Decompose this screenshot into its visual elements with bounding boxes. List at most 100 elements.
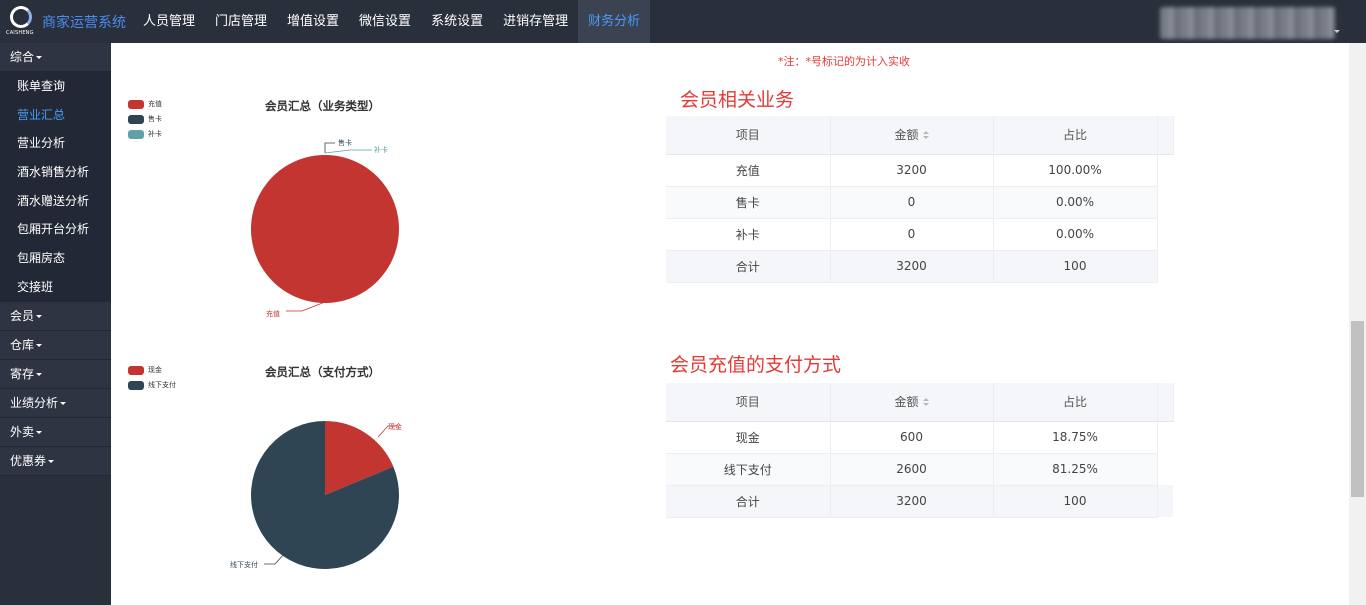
header-label: 项目 (735, 128, 760, 143)
legend-swatch (128, 366, 144, 375)
cell-gutter (1157, 218, 1173, 250)
cell-gutter (1157, 154, 1173, 186)
label-line-offline-pay (264, 553, 285, 565)
user-menu-caret-icon (1334, 30, 1340, 33)
cell-ratio: 100 (993, 485, 1158, 518)
column-header-ratio[interactable]: 占比 (993, 116, 1158, 155)
sidebar-group-coupon[interactable]: 优惠券 (0, 446, 111, 476)
top-navbar: CAISHENG 商家运营系统 人员管理 门店管理 增值设置 微信设置 系统设置… (0, 0, 1366, 43)
sidebar-group-storage[interactable]: 寄存 (0, 359, 111, 389)
sidebar-group-label: 优惠券 (10, 453, 47, 468)
legend-label: 充值 (148, 100, 162, 108)
legend-swatch (128, 115, 144, 124)
sidebar: 综合 账单查询 营业汇总 营业分析 酒水销售分析 酒水赠送分析 包厢开台分析 包… (0, 43, 111, 605)
sidebar-item-business-summary[interactable]: 营业汇总 (0, 100, 111, 130)
cell-amount: 600 (830, 421, 994, 454)
caret-down-icon (36, 56, 43, 59)
sidebar-group-overview[interactable]: 综合 (0, 43, 111, 72)
nav-item-inventory[interactable]: 进销存管理 (493, 0, 578, 43)
sort-icon[interactable] (922, 398, 929, 407)
sidebar-group-label: 会员 (10, 308, 35, 323)
caret-down-icon (36, 343, 43, 347)
label-line-recharge (286, 301, 326, 312)
cell-item: 补卡 (666, 218, 831, 251)
legend-item[interactable]: 现金 (128, 365, 176, 376)
cell-ratio: 81.25% (993, 453, 1158, 486)
legend-item[interactable]: 补卡 (128, 129, 162, 140)
legend-item[interactable]: 线下支付 (128, 380, 176, 391)
logo-icon (10, 6, 32, 28)
legend-item[interactable]: 充值 (128, 99, 162, 110)
column-header-amount[interactable]: 金额 (830, 116, 994, 155)
scrollbar-thumb[interactable] (1351, 321, 1364, 497)
label-line-sell-card (324, 142, 335, 153)
slice-label-offline-pay: 线下支付 (230, 560, 258, 569)
caret-down-icon (36, 372, 43, 376)
caret-down-icon (36, 314, 43, 318)
chart1-legend: 充值 售卡 补卡 (128, 99, 162, 144)
table-row: 充值 3200 100.00% (666, 154, 1173, 187)
table-row: 线下支付 2600 81.25% (666, 453, 1173, 486)
sidebar-item-room-open[interactable]: 包厢开台分析 (0, 215, 111, 245)
caret-down-icon (36, 430, 43, 434)
legend-swatch (128, 381, 144, 390)
column-header-gutter (1157, 116, 1174, 155)
cell-ratio: 0.00% (993, 218, 1158, 251)
page-scrollbar[interactable] (1349, 43, 1366, 605)
sidebar-group-performance[interactable]: 业绩分析 (0, 388, 111, 418)
sidebar-group-label: 综合 (10, 50, 35, 64)
sidebar-group-takeout[interactable]: 外卖 (0, 417, 111, 447)
nav-item-store[interactable]: 门店管理 (205, 0, 277, 43)
nav-item-system[interactable]: 系统设置 (421, 0, 493, 43)
sidebar-item-drink-sales[interactable]: 酒水销售分析 (0, 158, 111, 187)
slice-label-recharge: 充值 (266, 309, 280, 318)
sidebar-group-label: 寄存 (10, 366, 35, 381)
chart2-title: 会员汇总（支付方式） (265, 365, 380, 379)
caret-down-icon (48, 459, 55, 463)
header-label: 金额 (894, 128, 919, 143)
column-header-gutter (1157, 383, 1174, 422)
sidebar-group-warehouse[interactable]: 仓库 (0, 330, 111, 360)
column-header-item[interactable]: 项目 (666, 116, 831, 155)
sidebar-item-room-status[interactable]: 包厢房态 (0, 244, 111, 273)
cell-amount: 3200 (830, 154, 994, 187)
nav-item-value-added[interactable]: 增值设置 (277, 0, 349, 43)
sidebar-group-member[interactable]: 会员 (0, 301, 111, 331)
user-menu[interactable] (1160, 7, 1335, 39)
cell-item: 充值 (666, 154, 831, 187)
column-header-amount[interactable]: 金额 (830, 383, 994, 422)
nav-item-wechat[interactable]: 微信设置 (349, 0, 421, 43)
cell-amount: 0 (830, 218, 994, 251)
section-heading-payment-methods: 会员充值的支付方式 (670, 354, 842, 376)
legend-label: 补卡 (148, 130, 162, 138)
brand-logo[interactable]: CAISHENG (6, 6, 38, 38)
legend-item[interactable]: 售卡 (128, 114, 162, 125)
legend-label: 售卡 (148, 115, 162, 123)
cell-ratio: 100 (993, 250, 1158, 283)
nav-item-staff[interactable]: 人员管理 (133, 0, 205, 43)
caret-down-icon (60, 401, 67, 405)
table-row: 现金 600 18.75% (666, 421, 1173, 454)
cell-ratio: 0.00% (993, 186, 1158, 219)
sidebar-item-bill-query[interactable]: 账单查询 (0, 72, 111, 101)
section-heading-member-business: 会员相关业务 (680, 89, 795, 111)
sidebar-group-label: 仓库 (10, 337, 35, 352)
cell-gutter (1157, 421, 1173, 453)
column-header-item[interactable]: 项目 (666, 383, 831, 422)
cell-amount: 0 (830, 186, 994, 219)
column-header-ratio[interactable]: 占比 (993, 383, 1158, 422)
slice-label-sell-card: 售卡 (338, 138, 352, 147)
header-label: 项目 (735, 395, 760, 410)
table-row: 售卡 0 0.00% (666, 186, 1173, 219)
sidebar-item-business-analysis[interactable]: 营业分析 (0, 129, 111, 159)
slice-label-replace-card: 补卡 (374, 145, 388, 154)
brand-name[interactable]: 商家运营系统 (42, 12, 126, 32)
accounting-note: *注：*号标记的为计入实收 (778, 55, 910, 68)
nav-item-finance[interactable]: 财务分析 (578, 0, 651, 43)
main-nav: 人员管理 门店管理 增值设置 微信设置 系统设置 进销存管理 财务分析 (133, 0, 651, 43)
pie-slice-recharge[interactable] (250, 155, 399, 303)
sidebar-item-drink-gift[interactable]: 酒水赠送分析 (0, 186, 111, 216)
sidebar-item-shift-handover[interactable]: 交接班 (0, 272, 111, 302)
sort-icon[interactable] (922, 131, 929, 140)
cell-gutter (1157, 453, 1173, 485)
